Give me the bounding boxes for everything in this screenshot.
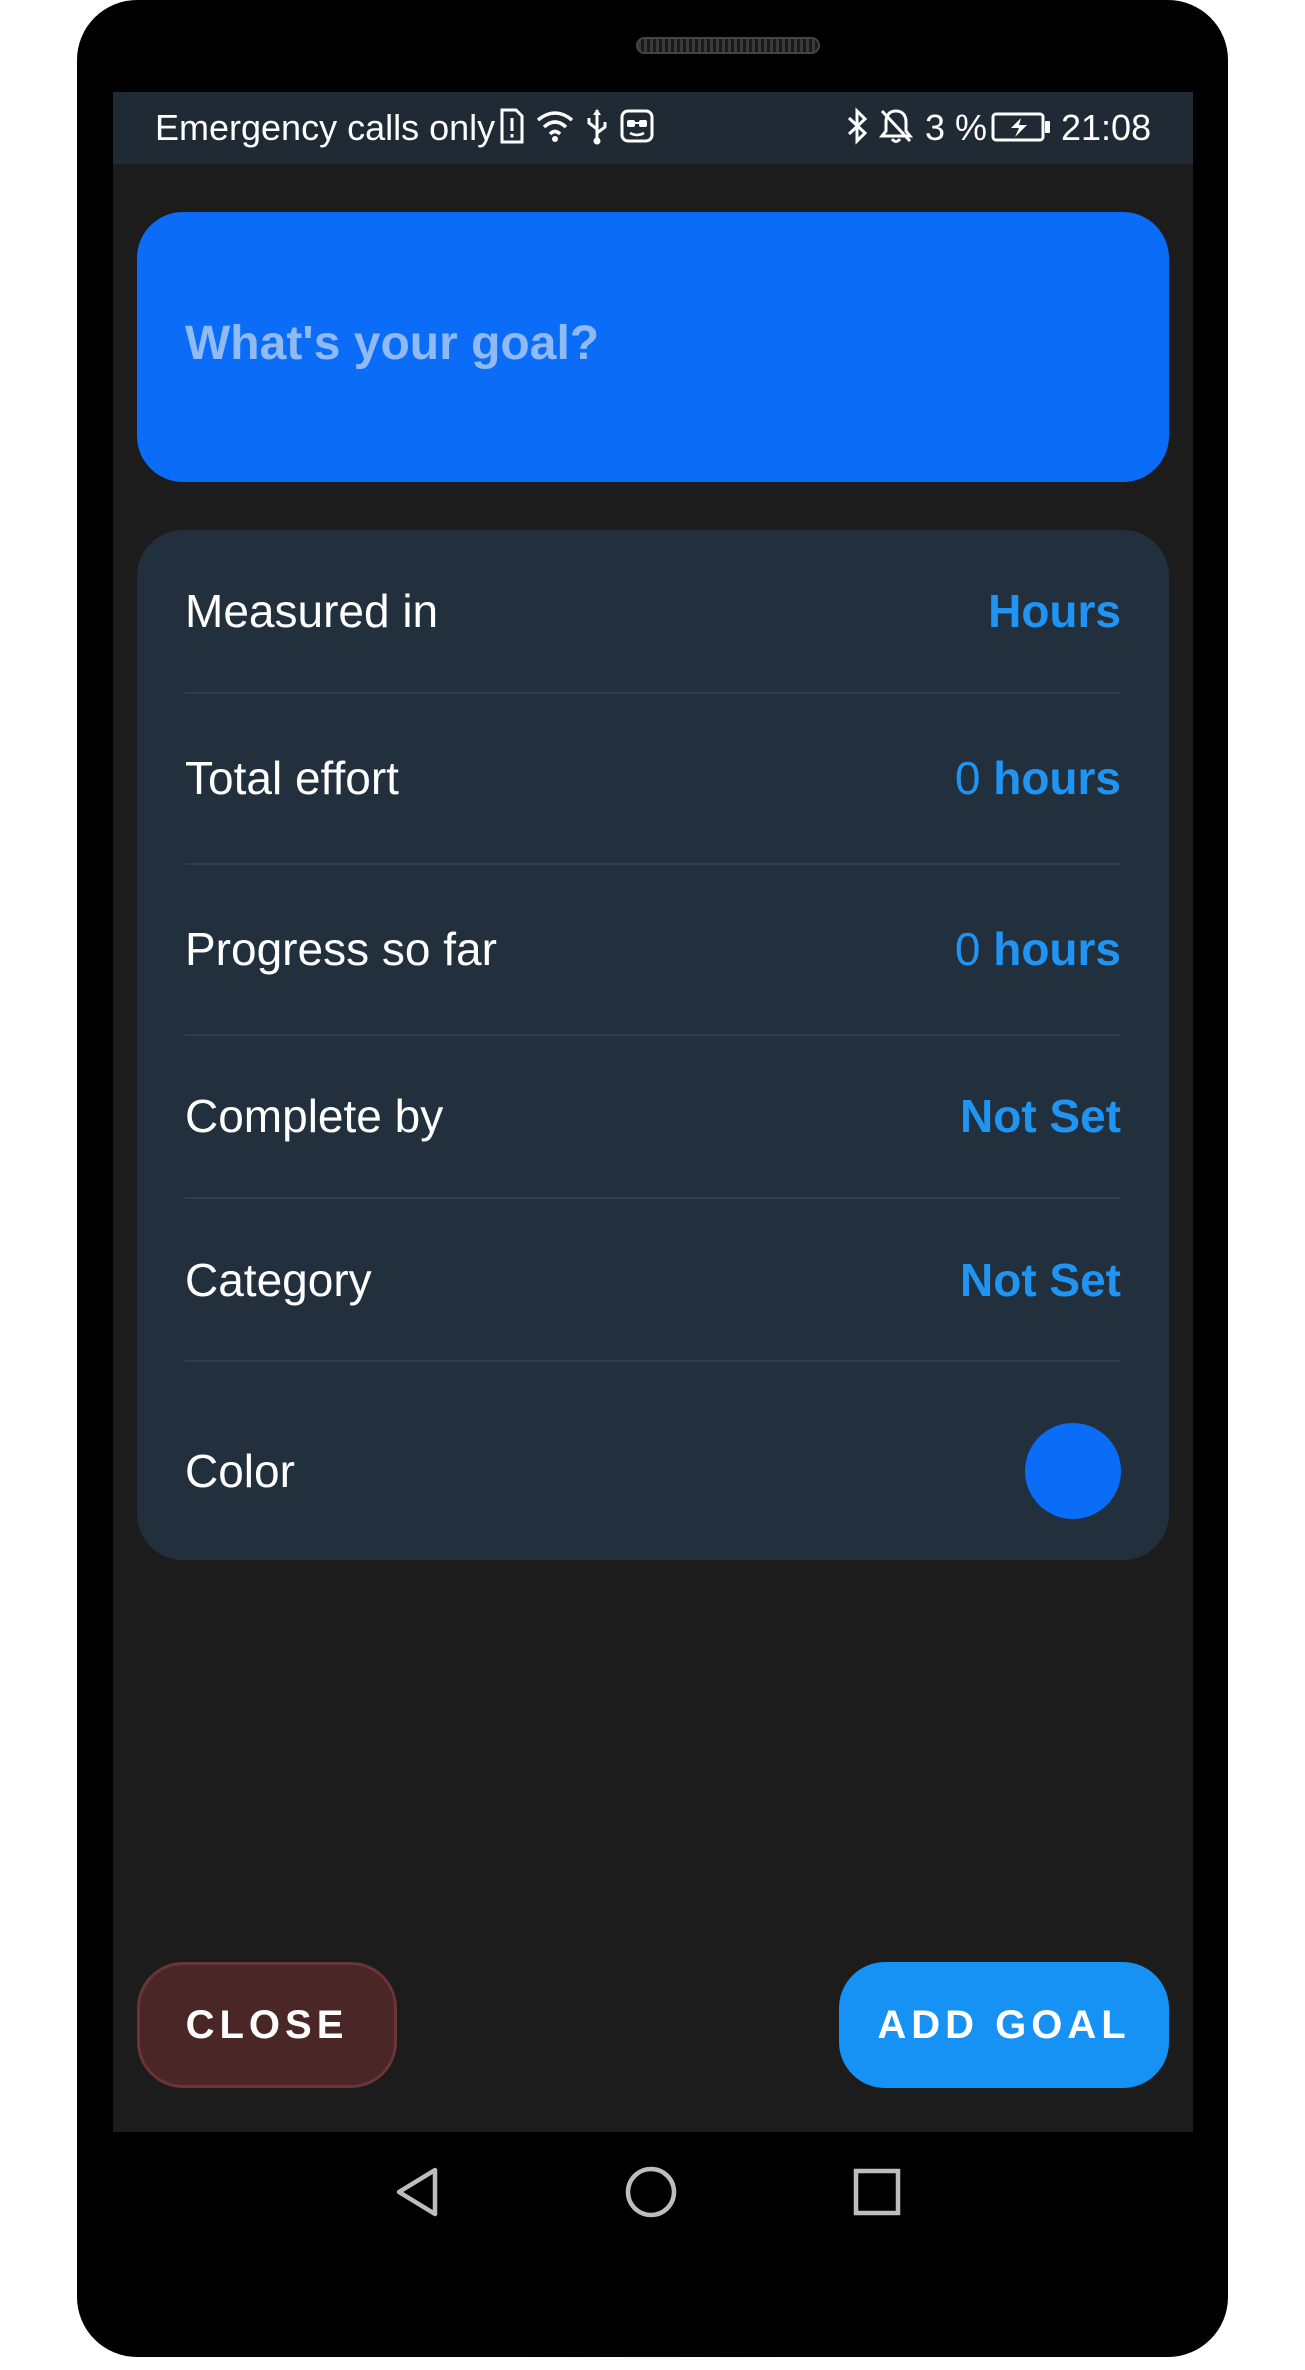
- navigation-bar: [113, 2132, 1193, 2252]
- total-effort-row[interactable]: Total effort 0 hours: [185, 750, 1121, 806]
- progress-value[interactable]: 0 hours: [955, 921, 1121, 977]
- device-mockup: Emergency calls only 3 % 21:08 What's yo…: [0, 0, 1305, 2370]
- close-button[interactable]: CLOSE: [137, 1962, 397, 2088]
- back-triangle-icon[interactable]: [383, 2156, 455, 2228]
- goal-name-input[interactable]: [185, 314, 1125, 374]
- total-effort-label: Total effort: [185, 752, 399, 804]
- progress-number: 0: [954, 923, 981, 975]
- goal-settings-card: Measured in Hours Total effort 0 hours P…: [137, 530, 1169, 1560]
- complete-by-row[interactable]: Complete by Not Set: [185, 1088, 1121, 1144]
- progress-label: Progress so far: [185, 923, 497, 975]
- bluetooth-icon: [845, 106, 869, 150]
- carrier-text: Emergency calls only: [155, 107, 496, 148]
- usb-icon: [585, 107, 609, 150]
- complete-by-label: Complete by: [185, 1090, 444, 1142]
- battery-percent: 3 %: [925, 107, 988, 148]
- category-value[interactable]: Not Set: [960, 1252, 1121, 1308]
- screen: Emergency calls only 3 % 21:08 What's yo…: [113, 92, 1193, 2132]
- measured-in-label: Measured in: [185, 585, 439, 637]
- total-effort-number: 0: [954, 752, 981, 804]
- divider: [185, 1360, 1121, 1362]
- status-bar: Emergency calls only 3 % 21:08: [113, 92, 1193, 164]
- divider: [185, 1197, 1121, 1199]
- total-effort-value[interactable]: 0 hours: [955, 750, 1121, 806]
- measured-in-value[interactable]: Hours: [988, 583, 1121, 639]
- progress-unit: hours: [993, 923, 1121, 975]
- goal-name-card[interactable]: [137, 212, 1169, 482]
- notifications-off-icon: [878, 107, 914, 150]
- home-circle-icon[interactable]: [615, 2156, 687, 2228]
- sim-alert-icon: [499, 108, 525, 149]
- status-clock: 21:08: [1061, 107, 1152, 148]
- category-row[interactable]: Category Not Set: [185, 1252, 1121, 1308]
- status-icons-right: [845, 106, 914, 150]
- color-swatch[interactable]: [1025, 1423, 1121, 1519]
- total-effort-unit: hours: [993, 752, 1121, 804]
- battery-charging-icon: [991, 112, 1051, 147]
- measured-in-row[interactable]: Measured in Hours: [185, 583, 1121, 639]
- app-notification-icon: [619, 108, 655, 149]
- complete-by-value[interactable]: Not Set: [960, 1088, 1121, 1144]
- divider: [185, 863, 1121, 865]
- divider: [185, 1034, 1121, 1036]
- add-goal-button[interactable]: ADD GOAL: [839, 1962, 1169, 2088]
- recents-square-icon[interactable]: [841, 2156, 913, 2228]
- earpiece-speaker: [636, 37, 820, 54]
- wifi-icon: [535, 108, 575, 149]
- color-row[interactable]: Color: [185, 1423, 1121, 1519]
- status-icons-left: [499, 106, 655, 150]
- category-label: Category: [185, 1254, 372, 1306]
- color-label: Color: [185, 1445, 295, 1497]
- progress-row[interactable]: Progress so far 0 hours: [185, 921, 1121, 977]
- divider: [185, 692, 1121, 694]
